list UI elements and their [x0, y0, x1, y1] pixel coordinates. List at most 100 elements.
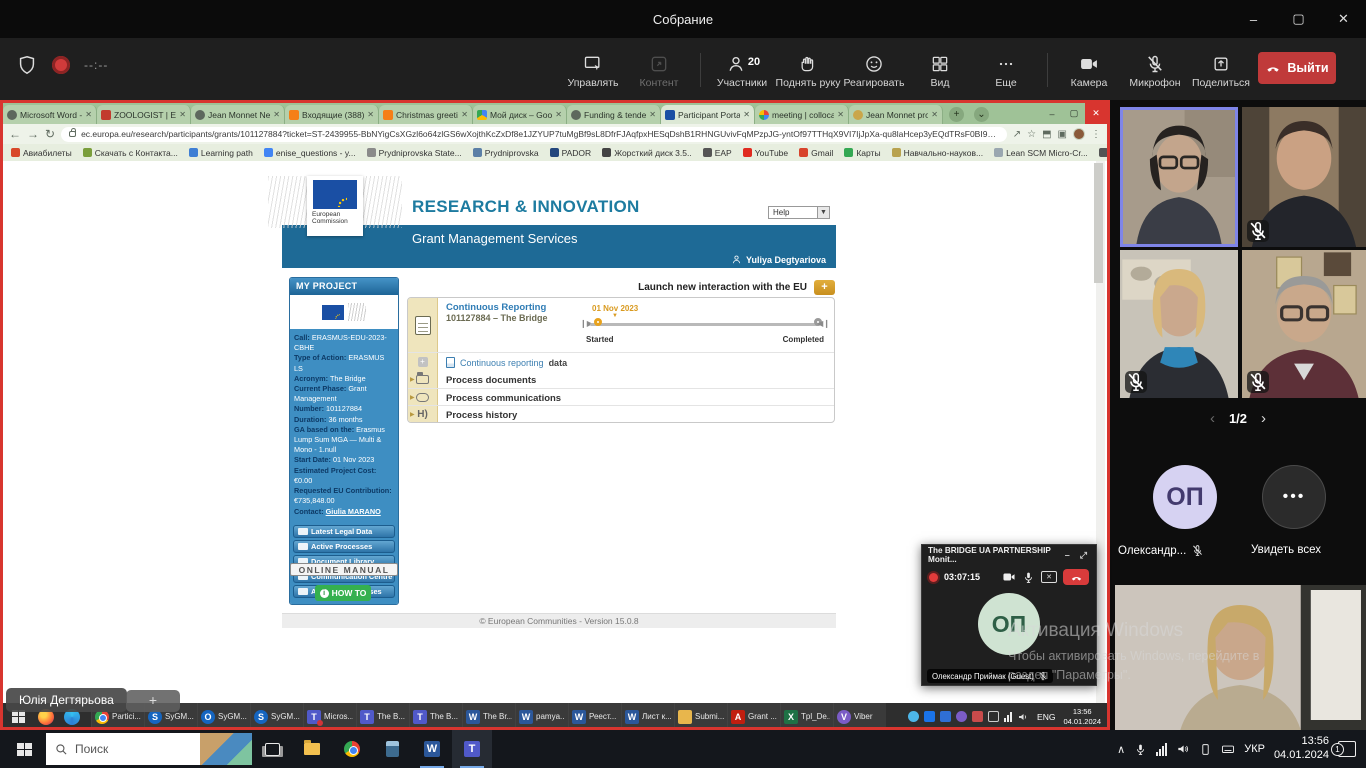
hidden-icons-caret[interactable]: ∧ [1117, 743, 1125, 756]
tray-network-icon[interactable] [1156, 743, 1167, 756]
logged-in-user[interactable]: Yuliya Degtyariova [731, 254, 826, 265]
tray-photos-icon[interactable] [924, 711, 935, 722]
taskbar-app[interactable]: O SyGM... [197, 703, 250, 730]
word-button[interactable]: W [412, 730, 452, 768]
video-tile[interactable] [1242, 250, 1366, 398]
share-button[interactable]: Поделиться [1188, 52, 1254, 89]
back-icon[interactable]: ← [9, 127, 21, 141]
browser-tab[interactable]: Jean Monnet proje ✕ [849, 105, 943, 124]
contact-link[interactable]: Giulia MARANO [326, 507, 381, 516]
section-expand-arrow-icon[interactable]: ▶ [410, 411, 415, 418]
presenter-name-label[interactable]: Юлія Дегтярьова [6, 688, 127, 712]
tab-close-icon[interactable]: ✕ [931, 110, 938, 119]
forward-icon[interactable]: → [27, 127, 39, 141]
taskbar-app[interactable]: X Tpl_De... [780, 703, 833, 730]
restore-button[interactable]: ▢ [1276, 0, 1321, 38]
page-scrollbar[interactable] [1096, 161, 1105, 703]
url-bar[interactable]: ec.europa.eu/research/participants/grant… [61, 127, 1007, 142]
profile-avatar[interactable] [1073, 128, 1085, 140]
bookmark-item[interactable]: Карты [844, 148, 880, 158]
expand-plus-icon[interactable]: + [418, 357, 428, 367]
more-button[interactable]: Еще [973, 52, 1039, 89]
video-tile[interactable] [1242, 107, 1366, 247]
raise-hand-button[interactable]: Поднять руку [775, 52, 841, 89]
search-box[interactable]: Поиск [46, 733, 252, 765]
participants-button[interactable]: 20 Участники [709, 52, 775, 89]
browser-tab[interactable]: ZOOLOGIST | Engli ✕ [97, 105, 191, 124]
reporting-data-link[interactable]: Continuous reporting [460, 358, 544, 368]
content-button[interactable]: Контент [626, 52, 692, 89]
tab-close-icon[interactable]: ✕ [179, 110, 186, 119]
bookmark-item[interactable]: Gmail [799, 148, 833, 158]
close-button[interactable]: ✕ [1321, 0, 1366, 38]
bookmark-item[interactable]: Авиабилеты [11, 148, 72, 158]
bookmark-item[interactable]: Скачать с Контакта... [83, 148, 178, 158]
mini-hangup-button[interactable] [1063, 569, 1089, 585]
calculator-button[interactable] [372, 730, 412, 768]
bookmark-item[interactable]: EAP [703, 148, 732, 158]
tray-display-icon[interactable] [988, 711, 999, 722]
tab-close-icon[interactable]: ✕ [743, 110, 750, 119]
camera-button[interactable]: Камера [1056, 52, 1122, 89]
language-indicator[interactable]: УКР [1244, 743, 1265, 755]
tray-app-icon[interactable] [972, 711, 983, 722]
tray-microphone-icon[interactable] [1134, 743, 1147, 756]
project-menu-button[interactable]: Active Processes [293, 540, 395, 553]
video-tile[interactable] [1120, 250, 1238, 398]
microphone-button[interactable]: Микрофон [1122, 52, 1188, 89]
taskbar-app[interactable]: T The B... [356, 703, 409, 730]
taskbar-app[interactable]: W Лист к... [621, 703, 674, 730]
tab-close-icon[interactable]: ✕ [555, 110, 562, 119]
help-dropdown[interactable]: Help ▼ [768, 206, 830, 219]
online-manual-button[interactable]: ONLINE MANUAL [290, 563, 398, 576]
chrome-button[interactable] [332, 730, 372, 768]
security-shield-icon[interactable] [16, 54, 38, 76]
bookmark-item[interactable]: PADOR [550, 148, 592, 158]
taskbar-app[interactable]: T The B... [409, 703, 462, 730]
browser-tab[interactable]: Christmas greeting ✕ [379, 105, 473, 124]
tray-network-icon[interactable] [1004, 712, 1012, 722]
mini-stop-share-icon[interactable]: ✕ [1041, 571, 1057, 583]
browser-menu-icon[interactable]: ⋮ [1091, 129, 1101, 140]
section-expand-arrow-icon[interactable]: ▶ [410, 376, 415, 383]
browser-tab[interactable]: Microsoft Word - D ✕ [3, 105, 97, 124]
mini-camera-icon[interactable] [1002, 570, 1016, 584]
taskbar-app[interactable]: A Grant ... [727, 703, 780, 730]
process-section-row[interactable]: ▶ Process communications [408, 388, 834, 405]
taskbar-app[interactable]: W Реест... [568, 703, 621, 730]
bookmark-star-icon[interactable]: ☆ [1027, 129, 1036, 140]
tray-windows-icon[interactable] [940, 711, 951, 722]
tray-volume-icon[interactable] [1176, 742, 1190, 756]
taskbar-app[interactable]: V Viber [833, 703, 886, 730]
video-tile-speaker[interactable] [1120, 107, 1238, 247]
launch-interaction-button[interactable]: + [814, 280, 835, 295]
bookmark-item[interactable]: Learning path [189, 148, 253, 158]
mini-microphone-icon[interactable] [1022, 571, 1035, 584]
browser-tab[interactable]: meeting | collocatio ✕ [755, 105, 849, 124]
tab-close-icon[interactable]: ✕ [649, 110, 656, 119]
bookmark-item[interactable]: Навчально-науков... [892, 148, 984, 158]
tab-close-icon[interactable]: ✕ [837, 110, 844, 119]
browser-tab[interactable]: Funding & tenders ✕ [567, 105, 661, 124]
participant-avatar[interactable]: ОП [1153, 465, 1217, 529]
reload-icon[interactable]: ↻ [45, 127, 55, 141]
how-to-button[interactable]: i HOW TO [315, 585, 371, 601]
section-expand-arrow-icon[interactable]: ▶ [410, 394, 415, 401]
shared-clock[interactable]: 13:56 04.01.2024 [1063, 707, 1101, 726]
bookmark-item[interactable]: enise_questions - y... [264, 148, 356, 158]
bookmark-item[interactable]: Prydniprovska State... [367, 148, 462, 158]
video-tile-large[interactable] [1115, 585, 1366, 730]
browser-tab[interactable]: Participant Portal G ✕ [661, 105, 755, 124]
previous-page-icon[interactable]: ‹ [1210, 410, 1215, 427]
view-button[interactable]: Вид [907, 52, 973, 89]
browser-close-button[interactable]: ✕ [1085, 103, 1107, 124]
bookmark-item[interactable]: Жорсткий диск 3.5.. [602, 148, 692, 158]
tab-close-icon[interactable]: ✕ [273, 110, 280, 119]
taskbar-clock[interactable]: 13:56 04.01.2024 [1274, 735, 1329, 763]
bookmark-item[interactable]: YouTube [743, 148, 788, 158]
browser-minimize-button[interactable]: – [1041, 103, 1063, 124]
add-video-button[interactable]: + [126, 690, 180, 712]
see-all-button[interactable]: ••• [1262, 465, 1326, 529]
bookmark-item[interactable]: Prydniprovska [473, 148, 539, 158]
tab-search-chevron-icon[interactable]: ⌄ [974, 107, 989, 122]
